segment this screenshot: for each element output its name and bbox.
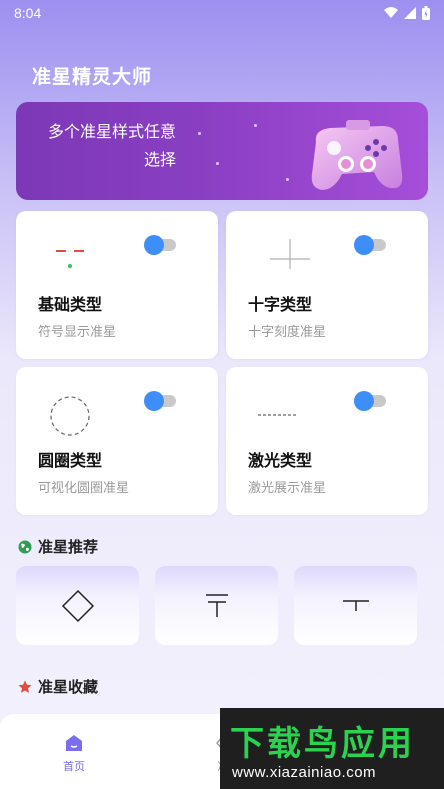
card-subtitle: 可视化圆圈准星 (38, 481, 130, 496)
short-t-crosshair-icon (342, 599, 369, 611)
favorites-title: 准星收藏 (38, 678, 99, 696)
app-title: 准星精灵大师 (32, 66, 153, 88)
sparkle-dot (198, 132, 201, 135)
card-title: 激光类型 (248, 451, 313, 470)
card-laser-type[interactable]: 激光类型 激光展示准星 (226, 367, 428, 515)
recommend-tile[interactable] (155, 566, 278, 645)
card-subtitle: 符号显示准星 (38, 325, 117, 340)
toggle-knob (144, 235, 164, 255)
nav-home[interactable]: 首页 (54, 734, 94, 774)
t-crosshair-icon (205, 593, 228, 617)
diamond-crosshair-icon (61, 589, 94, 622)
cross-crosshair-icon (270, 239, 310, 269)
signal-icon (404, 7, 416, 19)
wifi-icon (384, 7, 398, 18)
card-title: 圆圈类型 (38, 451, 103, 470)
banner-text: 多个准星样式任意选择 (47, 122, 176, 169)
sparkle-dot (254, 124, 257, 127)
recommend-title: 准星推荐 (38, 538, 99, 556)
sparkle-dot (286, 178, 289, 181)
basic-type-toggle[interactable] (144, 235, 178, 255)
laser-crosshair-icon (258, 414, 298, 416)
card-circle-type[interactable]: 圆圈类型 可视化圆圈准星 (16, 367, 218, 515)
toggle-knob (144, 391, 164, 411)
circle-crosshair-icon (50, 396, 90, 436)
status-bar: 8:04 (0, 0, 444, 28)
circle-type-toggle[interactable] (144, 391, 178, 411)
card-cross-type[interactable]: 十字类型 十字刻度准星 (226, 211, 428, 359)
card-title: 基础类型 (38, 295, 103, 314)
laser-type-toggle[interactable] (354, 391, 388, 411)
cross-type-toggle[interactable] (354, 235, 388, 255)
recommend-tile[interactable] (294, 566, 417, 645)
card-basic-type[interactable]: 基础类型 符号显示准星 (16, 211, 218, 359)
card-subtitle: 激光展示准星 (248, 481, 327, 496)
watermark-url: www.xiazainiao.com (232, 764, 377, 781)
sparkle-dot (216, 162, 219, 165)
nav-home-label: 首页 (63, 760, 85, 773)
toggle-knob (354, 391, 374, 411)
promo-banner[interactable]: 多个准星样式任意选择 (16, 102, 428, 200)
recommend-section-header: 准星推荐 (18, 536, 98, 557)
globe-icon (18, 540, 32, 553)
card-title: 十字类型 (248, 295, 313, 314)
toggle-knob (354, 235, 374, 255)
status-time: 8:04 (14, 5, 42, 21)
status-icons (384, 6, 430, 20)
recommend-tile[interactable] (16, 566, 139, 645)
card-subtitle: 十字刻度准星 (248, 325, 327, 340)
favorites-section-header: 准星收藏 (18, 676, 98, 697)
gamepad-icon (311, 120, 403, 190)
watermark-logo: 下载鸟应用 www.xiazainiao.com (220, 708, 444, 789)
watermark-main-text: 下载鸟应用 (230, 724, 415, 764)
basic-crosshair-icon (56, 250, 84, 268)
battery-icon (422, 6, 430, 20)
home-icon (66, 735, 82, 751)
star-icon (18, 680, 32, 693)
